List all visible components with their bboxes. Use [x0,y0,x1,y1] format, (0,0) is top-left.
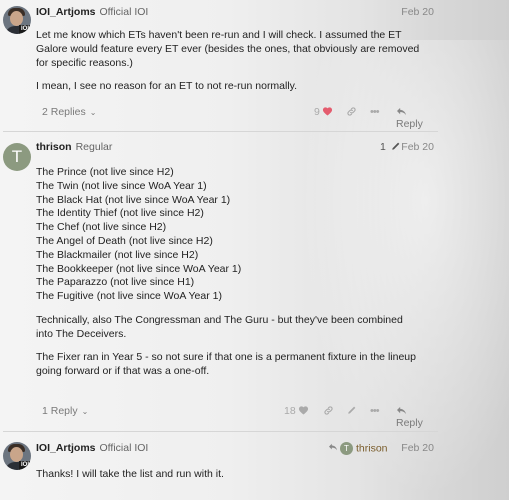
reply-button[interactable]: Reply [396,106,436,130]
list-item: The Paparazzo (not live since H1) [36,276,195,289]
edit-icon[interactable] [347,405,357,418]
like-count[interactable]: 18 [284,405,296,417]
replies-toggle[interactable]: 1 Reply ⌄ [42,405,88,417]
post-paragraph: I mean, I see no reason for an ET to not… [36,80,298,92]
user-title: Official IOI [99,6,149,18]
list-item: The Prince (not live since H2) [36,166,174,178]
edit-history[interactable]: 1 [380,141,401,153]
username[interactable]: IOI_Artjoms [36,442,96,454]
reply-arrow-icon [397,406,406,415]
user-avatar[interactable]: IOI [3,442,31,470]
post-body: The Prince (not live since H2) The Twin … [36,166,421,387]
reply-to-avatar: T [340,442,353,455]
post-paragraph: Let me know which ETs haven't been re-ru… [36,29,420,69]
post-paragraph: The Fixer ran in Year 5 - so not sure if… [36,350,416,377]
link-icon[interactable] [323,405,334,419]
list-item: The Chef (not live since H2) [36,221,167,234]
reply-arrow-icon [397,107,406,116]
user-avatar[interactable]: T [3,143,31,171]
list-item: The Blackmailer (not live since H2) [36,248,199,261]
reply-to-tab[interactable]: Tthrison [328,442,388,455]
more-icon[interactable]: ••• [370,106,380,118]
post-username[interactable]: IOI_Artjoms Official IOI [36,6,148,18]
link-icon[interactable] [346,106,357,120]
post-controls: 1 Reply ⌄ 18 ••• Reply [36,405,436,429]
more-icon[interactable]: ••• [370,405,380,417]
reply-label: Reply [396,118,423,130]
replies-toggle[interactable]: 2 Replies ⌄ [42,106,96,118]
post-divider [3,431,438,432]
post-username[interactable]: IOI_Artjoms Official IOI [36,442,148,454]
user-avatar[interactable]: IOI [3,6,31,34]
ioi-badge: IOI [19,461,31,470]
replies-label: 2 Replies [42,106,86,118]
post-paragraph: Thanks! I will take the list and run wit… [36,468,224,480]
post-body: Let me know which ETs haven't been re-ru… [36,28,421,102]
list-item: The Black Hat (not live since WoA Year 1… [36,193,231,206]
ioi-badge: IOI [19,25,31,34]
list-item: The Identity Thief (not live since H2) [36,207,204,220]
post-divider [3,131,438,132]
list-item: The Angel of Death (not live since H2) [36,234,213,247]
heart-icon[interactable] [298,405,309,418]
et-list: The Prince (not live since H2) The Twin … [36,166,421,304]
chevron-down-icon: ⌄ [89,108,97,117]
post-paragraph: Technically, also The Congressman and Th… [36,313,403,340]
pencil-icon [392,142,400,150]
list-item: The Bookkeeper (not live since WoA Year … [36,262,242,275]
chevron-down-icon: ⌄ [81,407,89,416]
reply-arrow-icon [329,444,337,451]
post-body: Thanks! I will take the list and run wit… [36,467,421,490]
post-date[interactable]: Feb 20 [401,141,434,153]
post-controls: 2 Replies ⌄ 9 ••• Reply [36,106,436,130]
user-title: Regular [75,141,113,153]
like-count[interactable]: 9 [314,106,320,118]
reply-label: Reply [396,417,423,429]
heart-icon[interactable] [322,106,333,119]
edit-count: 1 [380,141,386,153]
list-item: The Fugitive (not live since WoA Year 1) [36,290,222,303]
post-date[interactable]: Feb 20 [401,6,434,18]
username[interactable]: thrison [36,141,72,153]
user-title: Official IOI [99,442,149,454]
replies-label: 1 Reply [42,405,78,417]
post-username[interactable]: thrison Regular [36,141,112,153]
list-item: The Twin (not live since WoA Year 1) [36,179,207,192]
post-date[interactable]: Feb 20 [401,442,434,454]
reply-button[interactable]: Reply [396,405,436,429]
reply-to-username: thrison [356,442,388,455]
username[interactable]: IOI_Artjoms [36,6,96,18]
